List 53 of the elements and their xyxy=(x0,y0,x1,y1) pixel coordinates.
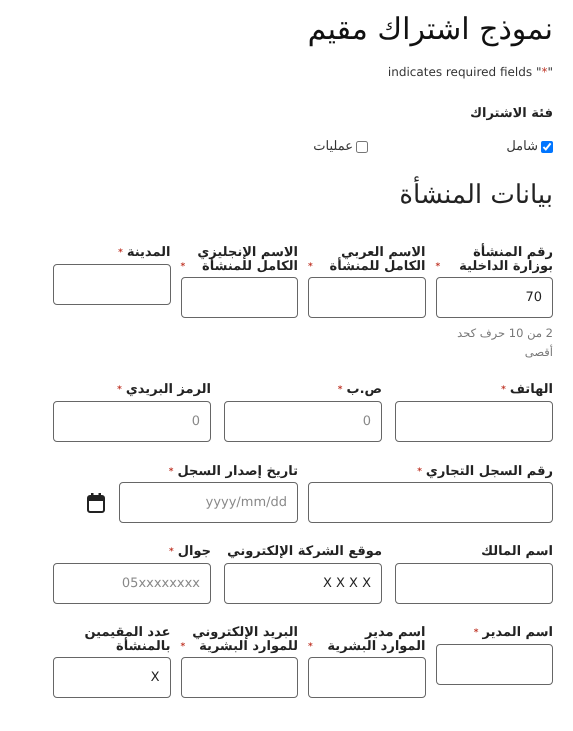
field-label: البريد الإلكتروني للموارد البشرية xyxy=(191,626,298,654)
input-field[interactable]: yyyy/mm/dd xyxy=(119,482,298,524)
input-field[interactable]: 70 xyxy=(436,277,553,318)
group-label: فئة الاشتراك xyxy=(469,106,553,121)
field-label: جوال xyxy=(178,545,211,559)
required-mark: * xyxy=(338,384,342,397)
input-field[interactable]: 0 xyxy=(224,400,382,442)
field-label: موقع الشركة الإلكتروني xyxy=(227,545,382,559)
field-label: ص.ب xyxy=(346,383,382,397)
field-label: اسم مدير الموارد البشرية xyxy=(326,626,426,654)
field-hint: 2 من 10 حرف كحد أقصى xyxy=(456,325,553,361)
input-field[interactable] xyxy=(395,562,553,604)
input-field[interactable] xyxy=(180,657,298,698)
field-label: الاسم العربي الكامل للمنشأة xyxy=(328,246,426,274)
input-field[interactable] xyxy=(436,644,553,685)
required-mark: * xyxy=(308,640,313,654)
required-mark: * xyxy=(118,247,123,260)
required-mark: * xyxy=(180,260,186,274)
checkbox-option[interactable]: عمليات xyxy=(183,139,368,154)
checkbox[interactable] xyxy=(541,140,553,152)
required-fields-note: " * " indicates required fields xyxy=(386,65,553,79)
required-mark: * xyxy=(474,627,478,640)
input-field[interactable] xyxy=(308,277,426,318)
required-mark: * xyxy=(180,640,186,654)
checkbox[interactable] xyxy=(356,140,368,152)
input-field[interactable] xyxy=(53,264,170,305)
required-mark: * xyxy=(308,260,313,274)
input-field[interactable] xyxy=(308,657,426,698)
form-title: نموذج اشتراك مقيم xyxy=(306,11,553,49)
input-field[interactable]: X xyxy=(53,657,170,698)
field-label: الاسم الإنجليزي الكامل للمنشأة xyxy=(196,246,298,274)
input-field[interactable] xyxy=(395,400,553,442)
field-label: المدينة xyxy=(126,246,170,260)
input-field[interactable]: 0 xyxy=(53,400,211,442)
field-label: اسم المالك xyxy=(481,545,553,559)
input-field[interactable] xyxy=(308,482,553,524)
input-field[interactable]: X X X X xyxy=(224,562,382,604)
checkbox-option[interactable]: شامل xyxy=(368,139,553,154)
required-mark: * xyxy=(417,466,422,478)
input-field[interactable]: 05xxxxxxxx xyxy=(53,562,211,604)
field-label: تاريخ إصدار السجل xyxy=(177,464,298,478)
field-label: رقم السجل التجاري xyxy=(426,464,553,478)
field-label: الهاتف xyxy=(510,383,553,397)
calendar-icon[interactable] xyxy=(87,492,105,513)
required-mark: * xyxy=(436,260,440,274)
required-mark: * xyxy=(117,384,122,397)
required-mark: * xyxy=(169,546,174,559)
required-mark: * xyxy=(501,384,506,397)
field-label: عدد المقيمين بالمنشأة xyxy=(83,626,170,654)
field-label: اسم المدير xyxy=(482,626,553,640)
required-mark: * xyxy=(168,466,174,478)
field-label: الرمز البريدي xyxy=(126,383,211,397)
input-field[interactable] xyxy=(180,277,298,318)
